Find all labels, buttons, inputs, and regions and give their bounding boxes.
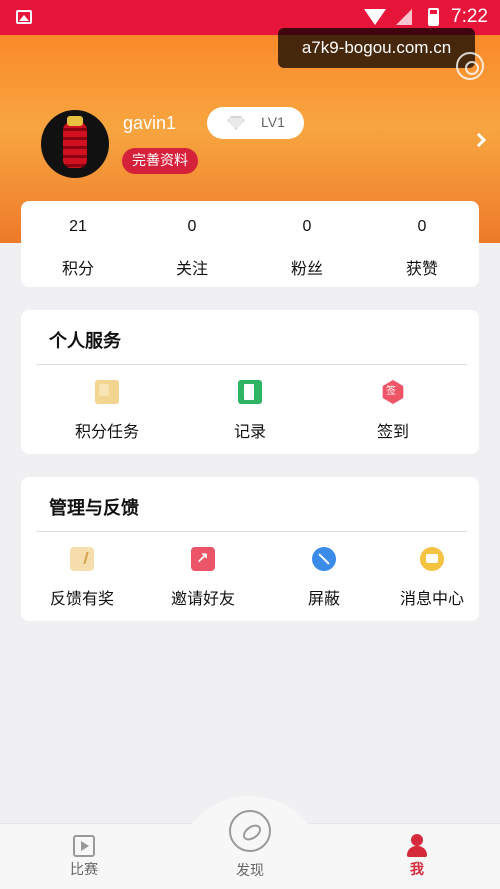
matches-icon [73, 835, 95, 857]
item-label: 积分任务 [74, 422, 139, 441]
stat-label: 粉丝 [290, 259, 323, 278]
item-label: 记录 [233, 422, 266, 441]
stat-points[interactable]: 21 积分 [21, 201, 135, 287]
level-text: LV1 [261, 114, 285, 130]
personal-services-card: 个人服务 积分任务 记录 签到 [21, 310, 479, 454]
me-icon [407, 834, 427, 858]
wifi-icon [364, 9, 386, 25]
stat-value: 0 [187, 218, 197, 235]
divider [36, 531, 467, 532]
item-label: 反馈有奖 [49, 589, 114, 608]
stat-likes[interactable]: 0 获赞 [365, 201, 479, 287]
message-icon [420, 547, 444, 571]
nav-label: 发现 [236, 863, 264, 879]
section-title: 管理与反馈 [49, 498, 139, 519]
management-card: 管理与反馈 反馈有奖 邀请好友 屏蔽 消息中心 [21, 477, 479, 621]
divider [36, 364, 467, 365]
level-badge[interactable]: LV1 [207, 107, 304, 139]
records-icon [238, 380, 262, 404]
stats-card: 21 积分 0 关注 0 粉丝 0 获赞 [21, 201, 479, 287]
status-time: 7:22 [451, 6, 488, 27]
item-label: 消息中心 [399, 589, 464, 608]
edit-profile-button[interactable]: 完善资料 [122, 148, 198, 174]
watermark: a7k9-bogou.com.cn [278, 28, 475, 68]
feedback-icon [70, 547, 94, 571]
invite-icon [191, 547, 215, 571]
signal-icon [396, 9, 412, 25]
stat-fans[interactable]: 0 粉丝 [250, 201, 364, 287]
diamond-icon [227, 116, 245, 130]
item-label: 邀请好友 [170, 589, 235, 608]
avatar[interactable] [41, 110, 109, 178]
discover-icon [229, 810, 271, 852]
item-label: 屏蔽 [307, 589, 340, 608]
settings-icon[interactable] [456, 52, 484, 80]
points-task-icon [95, 380, 119, 404]
stat-label: 获赞 [405, 259, 438, 278]
battery-icon [428, 8, 439, 26]
stat-value: 0 [302, 218, 312, 235]
section-title: 个人服务 [49, 331, 121, 352]
block-icon [312, 547, 336, 571]
username: gavin1 [123, 113, 177, 133]
nav-label: 比赛 [70, 862, 98, 878]
nav-label: 我 [410, 862, 424, 878]
gallery-icon [16, 10, 32, 24]
stat-following[interactable]: 0 关注 [135, 201, 249, 287]
stat-label: 积分 [61, 259, 94, 278]
sign-in-icon [382, 380, 404, 404]
stat-label: 关注 [175, 259, 208, 278]
stat-value: 21 [69, 218, 87, 235]
item-label: 签到 [376, 422, 409, 441]
stat-value: 0 [417, 218, 427, 235]
